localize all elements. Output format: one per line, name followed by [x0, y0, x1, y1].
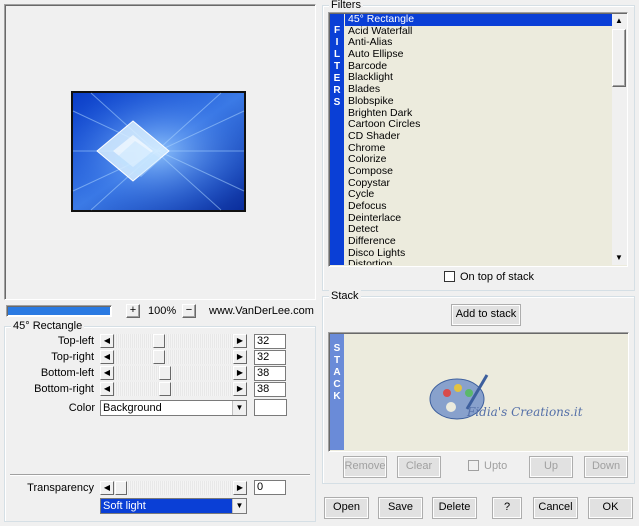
side-letter: E — [333, 73, 341, 84]
down-button[interactable]: Down — [584, 456, 628, 478]
transparency-slider[interactable] — [114, 481, 233, 495]
side-letter: A — [333, 367, 341, 378]
zoom-out-button[interactable]: − — [182, 304, 196, 318]
filters-group-title: Filters — [329, 0, 363, 11]
filter-list-item[interactable]: Difference — [345, 235, 612, 248]
open-button[interactable]: Open — [324, 497, 369, 519]
side-letter: R — [333, 85, 341, 96]
progress-fill — [8, 307, 110, 315]
slider-track[interactable] — [114, 366, 233, 380]
blend-mode-select[interactable]: Soft light ▼ — [100, 498, 247, 514]
side-letter: T — [333, 355, 341, 366]
slider-value-input[interactable]: 32 — [254, 334, 286, 349]
stack-side-label: STACK — [330, 343, 344, 403]
add-to-stack-button[interactable]: Add to stack — [451, 304, 521, 326]
slider-thumb[interactable] — [153, 350, 165, 364]
filter-list-item[interactable]: Deinterlace — [345, 212, 612, 225]
zoom-value: 100% — [148, 305, 177, 317]
remove-button[interactable]: Remove — [343, 456, 387, 478]
color-select[interactable]: Background ▼ — [100, 400, 247, 416]
on-top-label: On top of stack — [460, 271, 534, 283]
filter-list-item[interactable]: Copystar — [345, 177, 612, 190]
side-letter: T — [333, 61, 341, 72]
upto-checkbox[interactable] — [468, 460, 479, 471]
cancel-button[interactable]: Cancel — [533, 497, 578, 519]
slider-label: Top-right — [51, 351, 94, 363]
preview-image — [71, 91, 246, 212]
transparency-input[interactable]: 0 — [254, 480, 286, 495]
filter-list-item[interactable]: Auto Ellipse — [345, 48, 612, 61]
slider-track[interactable] — [114, 382, 233, 396]
slider-left-arrow[interactable]: ◀ — [100, 382, 114, 396]
filter-list-item[interactable]: Defocus — [345, 200, 612, 213]
help-button[interactable]: ? — [492, 497, 522, 519]
save-button[interactable]: Save — [378, 497, 423, 519]
slider-value-input[interactable]: 38 — [254, 382, 286, 397]
filter-list-item[interactable]: Distortion — [345, 259, 612, 265]
preview-render — [72, 92, 245, 211]
filter-list: 45° Rectangle Acid Waterfall Anti-Alias Aut… — [345, 14, 612, 265]
slider-right-arrow[interactable]: ▶ — [233, 366, 247, 380]
progress-bar — [6, 305, 112, 317]
slider-value-input[interactable]: 38 — [254, 366, 286, 381]
upto-label: Upto — [484, 460, 508, 472]
side-letter: I — [335, 37, 339, 48]
chevron-down-icon: ▼ — [232, 401, 246, 415]
slider-left-arrow[interactable]: ◀ — [100, 366, 114, 380]
slider-label: Bottom-left — [40, 367, 94, 379]
params-group-title: 45° Rectangle — [11, 320, 85, 332]
website-link[interactable]: www.VanDerLee.com — [209, 305, 319, 317]
ok-button[interactable]: OK — [588, 497, 633, 519]
blend-mode-value: Soft light — [103, 500, 146, 512]
slider-track[interactable] — [114, 334, 233, 348]
scroll-down-icon[interactable]: ▼ — [612, 251, 626, 265]
filter-list-item[interactable]: Blobspike — [345, 95, 612, 108]
slider-right-arrow[interactable]: ▶ — [233, 334, 247, 348]
slider-left-arrow[interactable]: ◀ — [100, 334, 114, 348]
scroll-thumb[interactable] — [612, 29, 626, 87]
filter-list-item[interactable]: Compose — [345, 165, 612, 178]
zoom-in-button[interactable]: + — [126, 304, 140, 318]
slider-right-arrow[interactable]: ▶ — [233, 382, 247, 396]
params-divider — [10, 474, 310, 476]
filter-list-item[interactable]: CD Shader — [345, 130, 612, 143]
slider-left-arrow[interactable]: ◀ — [100, 350, 114, 364]
side-letter: S — [333, 343, 341, 354]
slider-thumb[interactable] — [159, 382, 171, 396]
side-letter: K — [333, 391, 341, 402]
color-swatch[interactable] — [254, 399, 287, 416]
side-letter: F — [333, 25, 341, 36]
preview-frame — [4, 4, 316, 300]
slider-right-arrow[interactable]: ▶ — [233, 350, 247, 364]
delete-button[interactable]: Delete — [432, 497, 477, 519]
side-letter: C — [333, 379, 341, 390]
color-select-value: Background — [103, 402, 162, 414]
transparency-label: Transparency — [27, 482, 94, 494]
slider-track[interactable] — [114, 350, 233, 364]
slider-thumb[interactable] — [153, 334, 165, 348]
slider-value-input[interactable]: 32 — [254, 350, 286, 365]
side-letter: L — [333, 49, 341, 60]
transparency-right-arrow[interactable]: ▶ — [233, 481, 247, 495]
slider-label: Top-left — [57, 335, 94, 347]
stack-listbox: STACK Fidia's Creations.it — [328, 332, 629, 452]
transparency-left-arrow[interactable]: ◀ — [100, 481, 114, 495]
clear-button[interactable]: Clear — [397, 456, 441, 478]
filters-listbox: FILTERS 45° Rectangle Acid Waterfall Anti-… — [328, 12, 628, 267]
stack-group-title: Stack — [329, 290, 361, 302]
color-label: Color — [68, 402, 95, 414]
filters-side-label: FILTERS — [330, 25, 344, 109]
scroll-up-icon[interactable]: ▲ — [612, 14, 626, 28]
watermark-text: Fidia's Creations.it — [467, 405, 583, 419]
filter-list-item[interactable]: Blacklight — [345, 72, 612, 84]
on-top-checkbox[interactable] — [444, 271, 455, 282]
slider-label: Bottom-right — [34, 383, 94, 395]
slider-thumb[interactable] — [159, 366, 171, 380]
side-letter: S — [333, 97, 341, 108]
transparency-thumb[interactable] — [115, 481, 127, 495]
up-button[interactable]: Up — [529, 456, 573, 478]
filter-list-item[interactable]: 45° Rectangle — [345, 14, 612, 26]
chevron-down-icon: ▼ — [232, 499, 246, 513]
filters-scrollbar[interactable]: ▲ ▼ — [612, 14, 627, 265]
